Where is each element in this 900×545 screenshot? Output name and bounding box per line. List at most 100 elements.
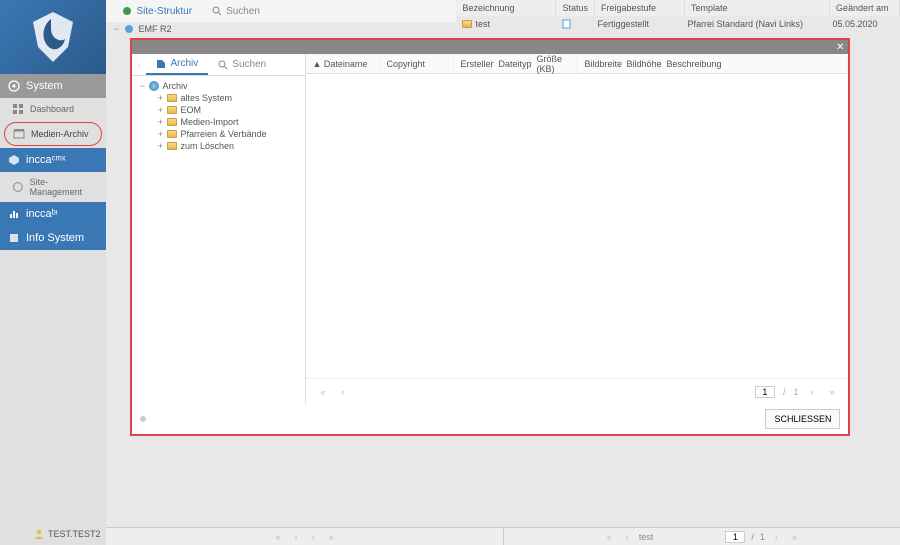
modal-pager: « ‹ / 1 › » <box>306 378 848 404</box>
col-groesse[interactable]: Größe (KB) <box>530 54 578 74</box>
nav-section-label: inccaᵇᶦ <box>26 208 58 220</box>
tree-root[interactable]: − EMF R2 <box>106 22 456 36</box>
status-dot-icon <box>140 416 146 422</box>
cell-bezeichnung: test <box>475 19 490 29</box>
modal-tab-suchen[interactable]: Suchen <box>208 54 276 75</box>
collapse-icon[interactable]: − <box>138 81 146 91</box>
nav-item-label: Medien-Archiv <box>31 129 89 139</box>
pager-next-icon[interactable]: › <box>771 532 782 542</box>
nav-section-system[interactable]: System <box>0 74 106 98</box>
schliessen-button[interactable]: SCHLIESSEN <box>765 409 840 429</box>
col-bildhoehe[interactable]: Bildhöhe <box>620 59 660 69</box>
col-bildbreite[interactable]: Bildbreite <box>578 59 620 69</box>
pager-first-icon[interactable]: « <box>316 387 329 397</box>
tree-label: zum Löschen <box>180 141 234 151</box>
tree-item[interactable]: +EOM <box>138 104 299 116</box>
col-template[interactable]: Template <box>685 0 830 16</box>
app-logo <box>0 0 106 74</box>
nav-item-medien-archiv[interactable]: Medien-Archiv <box>4 122 102 146</box>
nav-section-label: System <box>26 80 63 92</box>
pager-total: 1 <box>793 387 798 397</box>
user-name: TEST.TEST2 <box>48 529 101 539</box>
col-dateityp[interactable]: Dateityp <box>492 59 530 69</box>
search-icon <box>212 6 222 16</box>
col-freigabe[interactable]: Freigabestufe <box>595 0 685 16</box>
tree-label: Pfarreien & Verbände <box>180 129 266 139</box>
globe-icon <box>124 24 134 34</box>
pager-prev-icon[interactable]: ‹ <box>622 532 633 542</box>
nav-section-label: inccaᶜᵐˣ <box>26 154 65 166</box>
modal-titlebar[interactable]: ✕ <box>132 40 848 54</box>
pager-sep: / <box>751 532 754 542</box>
pager-next-icon[interactable]: › <box>806 387 817 397</box>
modal-tab-label: Archiv <box>170 58 198 69</box>
col-geaendert[interactable]: Geändert am <box>830 0 900 16</box>
pager-sep: / <box>783 387 786 397</box>
pager-first-icon[interactable]: « <box>272 532 285 542</box>
modal-tabs: ‹ Archiv Suchen <box>132 54 305 76</box>
grid-row[interactable]: test Fertiggestellt Pfarrei Standard (Na… <box>456 16 900 32</box>
folder-icon <box>167 118 177 126</box>
expand-icon[interactable]: + <box>156 105 164 115</box>
dashboard-icon <box>12 103 24 115</box>
nav-item-site-management[interactable]: Site-Management <box>0 172 106 202</box>
tab-site-struktur[interactable]: Site-Struktur <box>112 3 202 20</box>
expand-icon[interactable]: + <box>156 117 164 127</box>
nav-section-inccabi[interactable]: inccaᵇᶦ <box>0 202 106 226</box>
tree-item[interactable]: + zum Löschen <box>138 140 299 152</box>
tab-label: Suchen <box>226 6 260 17</box>
tab-prev-icon[interactable]: ‹ <box>132 54 146 75</box>
pager-total: 1 <box>760 532 765 542</box>
close-icon[interactable]: ✕ <box>836 42 844 53</box>
tab-suchen[interactable]: Suchen <box>202 3 270 20</box>
tree-label: Archiv <box>162 81 187 91</box>
search-icon <box>218 60 228 70</box>
nav-item-dashboard[interactable]: Dashboard <box>0 98 106 120</box>
pager-page-input[interactable] <box>755 386 775 398</box>
folder-icon <box>167 142 177 150</box>
expand-icon[interactable]: + <box>156 141 164 151</box>
col-status[interactable]: Status <box>556 0 595 16</box>
pager-last-icon[interactable]: » <box>825 387 838 397</box>
pager-next-icon[interactable]: › <box>308 532 319 542</box>
tree-root-archiv[interactable]: − Archiv <box>138 80 299 92</box>
tag-icon <box>156 59 166 69</box>
sidebar: System Dashboard Medien-Archiv inccaᶜᵐˣ … <box>0 0 106 545</box>
nav-section-inccacmx[interactable]: inccaᶜᵐˣ <box>0 148 106 172</box>
file-table-body <box>306 74 848 378</box>
tree-label: Medien-Import <box>180 117 238 127</box>
expand-icon[interactable]: + <box>156 129 164 139</box>
site-icon <box>12 181 24 193</box>
collapse-icon[interactable]: − <box>112 24 120 34</box>
info-icon <box>8 232 20 244</box>
nav: System Dashboard Medien-Archiv inccaᶜᵐˣ … <box>0 74 106 523</box>
pager-last-icon[interactable]: » <box>325 532 338 542</box>
pager-first-icon[interactable]: « <box>603 532 616 542</box>
expand-icon[interactable]: + <box>156 93 164 103</box>
pager-prev-icon[interactable]: ‹ <box>291 532 302 542</box>
col-ersteller[interactable]: Ersteller <box>454 59 492 69</box>
bottom-center-label: test <box>639 532 654 542</box>
nav-item-label: Site-Management <box>30 177 99 197</box>
tree-item[interactable]: + Pfarreien & Verbände <box>138 128 299 140</box>
pager-prev-icon[interactable]: ‹ <box>338 387 349 397</box>
col-beschreibung[interactable]: Beschreibung <box>660 59 848 69</box>
modal-tab-label: Suchen <box>232 59 266 70</box>
modal-tab-archiv[interactable]: Archiv <box>146 54 208 75</box>
pager-last-icon[interactable]: » <box>788 532 801 542</box>
tab-label: Site-Struktur <box>136 6 192 17</box>
col-dateiname[interactable]: ▲ Dateiname <box>306 59 380 69</box>
top-tabs: Site-Struktur Suchen <box>106 0 456 22</box>
col-bezeichnung[interactable]: Bezeichnung <box>456 0 556 16</box>
col-copyright[interactable]: Copyright <box>380 59 454 69</box>
status-bar: « ‹ › » « ‹ test / 1 › » <box>106 527 900 545</box>
cell-date: 05.05.2020 <box>826 16 896 32</box>
nav-section-info[interactable]: Info System <box>0 226 106 250</box>
tree-item[interactable]: + Medien-Import <box>138 116 299 128</box>
pager-page-input[interactable] <box>725 531 745 543</box>
main-pane: Site-Struktur Suchen − EMF R2 − <box>106 0 900 545</box>
tree-label: altes System <box>180 93 232 103</box>
tree-item[interactable]: + altes System <box>138 92 299 104</box>
user-icon <box>34 529 44 539</box>
nav-section-label: Info System <box>26 232 84 244</box>
